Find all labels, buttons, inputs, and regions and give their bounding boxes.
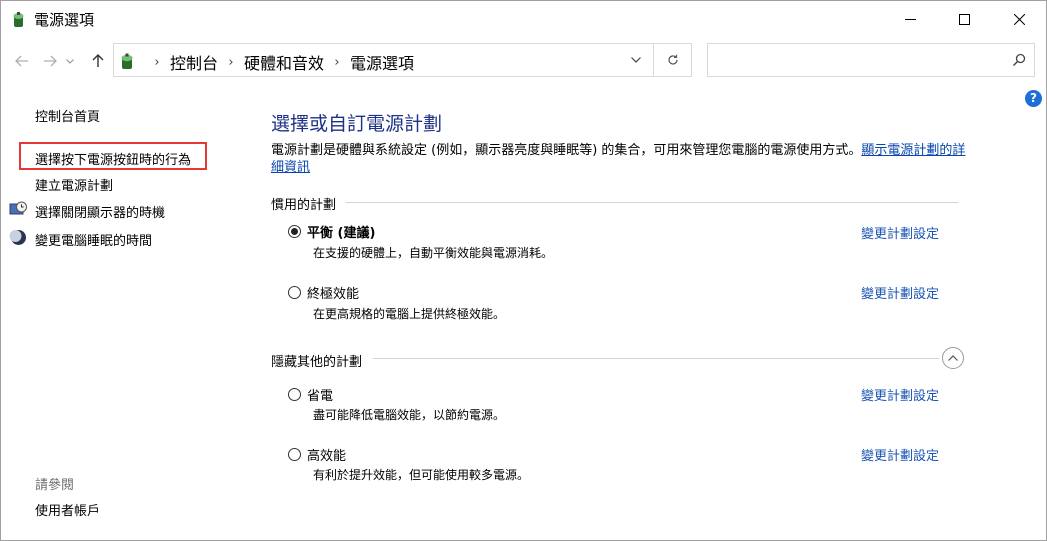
plan-name-ultimate[interactable]: 終極效能 — [307, 283, 359, 302]
divider — [653, 44, 654, 76]
arrow-right-icon — [44, 55, 57, 67]
recent-locations-button[interactable] — [63, 50, 77, 72]
change-plan-settings-high-performance[interactable]: 變更計劃設定 — [861, 445, 939, 464]
chevron-down-icon — [66, 58, 74, 64]
battery-power-icon — [13, 12, 24, 27]
address-bar[interactable]: › 控制台 › 硬體和音效 › 電源選項 — [113, 43, 692, 77]
plan-radio-ultimate[interactable] — [288, 286, 301, 299]
power-options-window: 電源選項 › 控制台 › 硬體和音效 › 電源選項 ? 控制台首頁 選擇按下電源… — [0, 0, 1047, 541]
control-panel-icon — [121, 53, 133, 69]
plan-desc-power-saver: 盡可能降低電腦效能，以節約電源。 — [313, 408, 506, 422]
maximize-icon — [958, 13, 970, 25]
change-plan-settings-power-saver[interactable]: 變更計劃設定 — [861, 385, 939, 404]
plan-desc-high-performance: 有利於提升效能，但可能使用較多電源。 — [313, 468, 530, 482]
change-plan-settings-balanced[interactable]: 變更計劃設定 — [861, 223, 939, 242]
divider — [346, 202, 958, 203]
search-input[interactable] — [707, 43, 1035, 77]
refresh-button[interactable] — [659, 44, 687, 76]
refresh-icon — [668, 54, 678, 65]
search-icon — [1012, 53, 1026, 67]
page-title: 選擇或自訂電源計劃 — [271, 113, 443, 135]
hidden-plans-label: 隱藏其他的計劃 — [271, 355, 363, 370]
plan-description: 電源計劃是硬體與系統設定 (例如，顯示器亮度與睡眠等) 的集合，可用來管理您電腦… — [271, 142, 971, 176]
plan-name-power-saver[interactable]: 省電 — [307, 385, 333, 404]
title-bar: 電源選項 — [1, 1, 1046, 37]
collapse-hidden-plans-button[interactable] — [942, 347, 964, 369]
breadcrumb-hardware-sound[interactable]: 硬體和音效 — [244, 50, 324, 74]
plan-name-high-performance[interactable]: 高效能 — [307, 445, 346, 464]
chevron-up-icon — [948, 355, 958, 361]
control-panel-home-link[interactable]: 控制台首頁 — [35, 106, 100, 125]
minimize-button[interactable] — [887, 1, 933, 37]
breadcrumb-control-panel[interactable]: 控制台 — [170, 50, 218, 74]
maximize-button[interactable] — [941, 1, 987, 37]
see-also-heading: 請參閱 — [35, 478, 75, 493]
chevron-right-icon: › — [228, 54, 234, 70]
change-plan-settings-ultimate[interactable]: 變更計劃設定 — [861, 283, 939, 302]
plan-radio-power-saver[interactable] — [288, 388, 301, 401]
close-icon — [1013, 13, 1025, 25]
plan-radio-balanced[interactable] — [288, 225, 301, 238]
breadcrumb: › 控制台 › 硬體和音效 › 電源選項 — [144, 50, 414, 74]
address-dropdown-button[interactable] — [622, 44, 650, 76]
plan-desc-balanced: 在支援的硬體上，自動平衡效能與電源消耗。 — [313, 246, 554, 260]
help-icon[interactable]: ? — [1025, 90, 1042, 107]
create-power-plan-link[interactable]: 建立電源計劃 — [35, 175, 113, 194]
monitor-clock-icon — [9, 201, 27, 215]
power-button-behavior-link[interactable]: 選擇按下電源按鈕時的行為 — [35, 149, 191, 168]
chevron-right-icon: › — [334, 54, 340, 70]
arrow-up-icon — [92, 54, 104, 67]
display-off-time-link[interactable]: 選擇關閉顯示器的時機 — [35, 202, 165, 221]
description-text: 電源計劃是硬體與系統設定 (例如，顯示器亮度與睡眠等) 的集合，可用來管理您電腦… — [271, 143, 862, 158]
user-accounts-link[interactable]: 使用者帳戶 — [35, 500, 100, 519]
arrow-left-icon — [15, 55, 28, 67]
forward-button[interactable] — [39, 50, 61, 72]
plan-radio-high-performance[interactable] — [288, 448, 301, 461]
back-button[interactable] — [11, 50, 33, 72]
minimize-icon — [904, 18, 916, 20]
chevron-down-icon — [631, 57, 641, 63]
window-title: 電源選項 — [34, 11, 95, 29]
chevron-right-icon: › — [154, 54, 160, 70]
moon-icon — [9, 230, 26, 245]
close-button[interactable] — [996, 1, 1042, 37]
sleep-time-link[interactable]: 變更電腦睡眠的時間 — [35, 230, 152, 249]
plan-desc-ultimate: 在更高規格的電腦上提供終極效能。 — [313, 307, 506, 321]
divider — [373, 358, 939, 359]
preferred-plans-label: 慣用的計劃 — [271, 198, 337, 213]
up-button[interactable] — [87, 50, 109, 72]
breadcrumb-power-options[interactable]: 電源選項 — [350, 50, 414, 74]
plan-name-balanced[interactable]: 平衡 (建議) — [307, 222, 375, 241]
